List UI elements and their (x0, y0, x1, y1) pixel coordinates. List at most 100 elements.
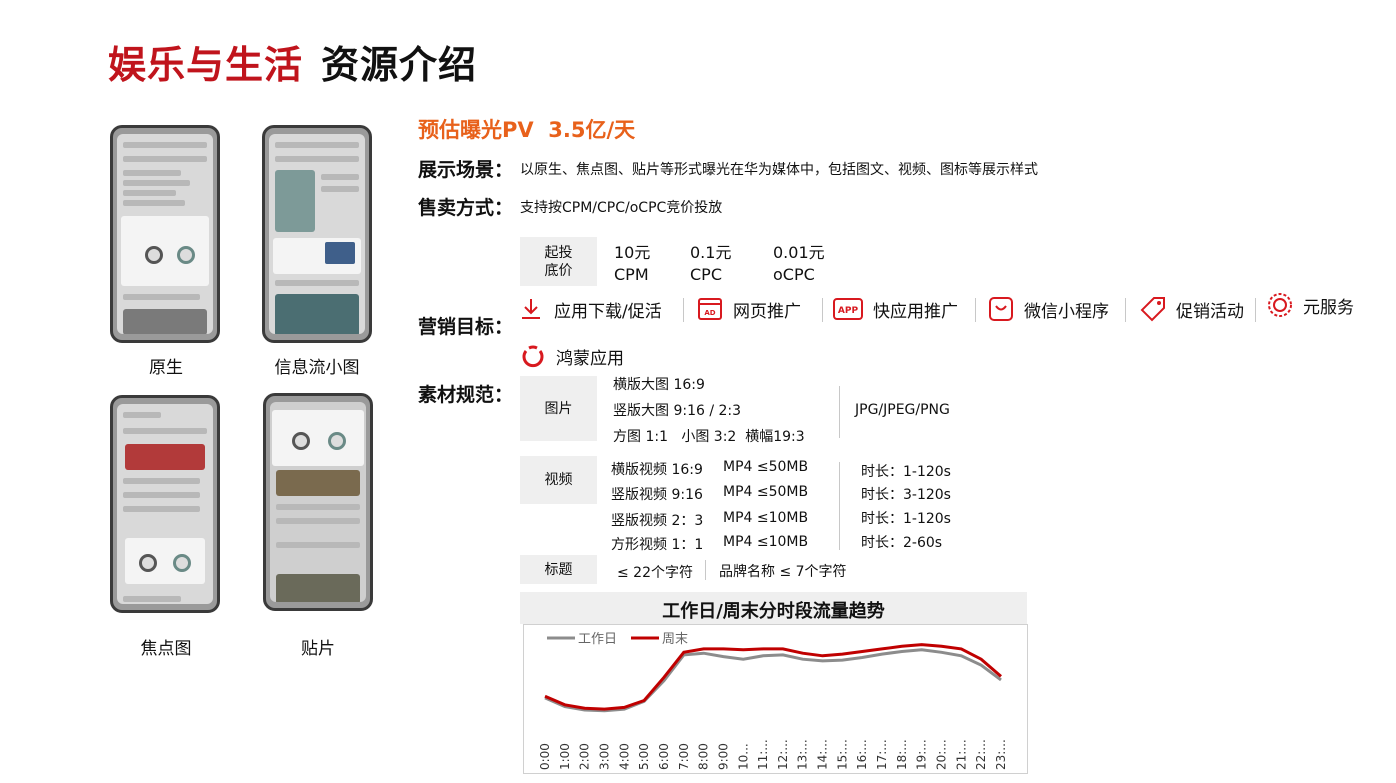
phone-caption-feed: 信息流小图 (274, 358, 360, 378)
sale-label: 售卖方式： (418, 197, 514, 219)
material-image-label: 图片 (520, 376, 597, 441)
price-cpm-unit: CPM (614, 265, 649, 284)
image-spec-line: 竖版大图 9:16 / 2:3 (613, 403, 742, 419)
legend-label-weekday: 工作日 (578, 632, 617, 647)
chart-legend: 工作日 周末 (547, 632, 688, 647)
x-tick-label: 18:... (895, 739, 909, 770)
image-spec-line: 方图 1:1 小图 3:2 横幅19:3 (613, 429, 805, 445)
video-duration: 时长：1-120s (861, 511, 951, 527)
harmony-icon (520, 343, 546, 369)
video-type: 竖版视频 9:16 (611, 487, 703, 503)
x-tick-label: 1:00 (558, 743, 572, 770)
goal-divider (975, 298, 976, 322)
goal-mini-program: 微信小程序 (988, 296, 1109, 322)
x-tick-label: 19:... (915, 739, 929, 770)
x-tick-label: 13:... (796, 739, 810, 770)
price-cpc-value: 0.1元 (690, 243, 732, 262)
video-type: 横版视频 16:9 (611, 462, 703, 478)
x-tick-label: 9:00 (716, 743, 730, 770)
x-tick-label: 23:... (994, 739, 1008, 770)
atomic-service-icon (1267, 292, 1293, 318)
goal-label: 网页推广 (733, 301, 801, 322)
x-tick-label: 3:00 (597, 743, 611, 770)
x-tick-label: 21:... (954, 739, 968, 770)
video-duration: 时长：3-120s (861, 487, 951, 503)
goal-label: 元服务 (1303, 297, 1354, 318)
chart-title: 工作日/周末分时段流量趋势 (662, 601, 885, 622)
x-tick-label: 12:... (776, 739, 790, 770)
price-label: 起投 底价 (520, 237, 597, 286)
video-duration: 时长：1-120s (861, 464, 951, 480)
mini-program-icon (988, 296, 1014, 322)
goal-divider (1125, 298, 1126, 322)
x-tick-label: 22:... (974, 739, 988, 770)
headline-limit: ≤ 22个字符 (617, 565, 693, 581)
goal-quick-app: APP 快应用推广 (833, 296, 958, 322)
goal-label: 快应用推广 (873, 301, 958, 322)
price-ocpc-value: 0.01元 (773, 243, 825, 262)
x-tick-label: 15:... (835, 739, 849, 770)
x-tick-label: 5:00 (637, 743, 651, 770)
scene-text: 以原生、焦点图、贴片等形式曝光在华为媒体中，包括图文、视频、图标等展示样式 (520, 162, 1038, 178)
material-label: 素材规范： (418, 384, 514, 406)
goal-divider (1255, 298, 1256, 322)
price-cpm-value: 10元 (614, 243, 651, 262)
x-tick-label: 2:00 (578, 743, 592, 770)
material-video-label: 视频 (520, 456, 597, 504)
svg-text:APP: APP (838, 306, 859, 316)
goal-label: 鸿蒙应用 (556, 348, 624, 369)
goal-app-download: 应用下载/促活 (518, 296, 662, 322)
image-format: JPG/JPEG/PNG (855, 402, 950, 418)
sale-text: 支持按CPM/CPC/oCPC竞价投放 (520, 200, 723, 216)
goal-label: 微信小程序 (1024, 301, 1109, 322)
x-tick-label: 8:00 (697, 743, 711, 770)
phone-focus-preview (110, 395, 220, 613)
video-spec: MP4 ≤50MB (723, 484, 809, 500)
goal-label: 促销活动 (1176, 301, 1244, 322)
goal-divider (822, 298, 823, 322)
x-tick-label: 20:... (935, 739, 949, 770)
x-tick-label: 11:... (756, 739, 770, 770)
phone-native-preview (110, 125, 220, 343)
pv-estimate: 预估曝光PV 3.5亿/天 (418, 118, 636, 142)
x-tick-label: 17:... (875, 739, 889, 770)
traffic-line-chart: 工作日 周末 0:00 1:00 2:00 3:00 4:00 5:00 6:00 7:00 8… (538, 632, 1008, 770)
video-spec: MP4 ≤10MB (723, 510, 809, 526)
webpage-icon: AD (697, 296, 723, 322)
title-part-2: 资源介绍 (321, 43, 478, 87)
series-line-weekday (544, 648, 1002, 713)
material-headline-label: 标题 (520, 555, 597, 584)
video-spec: MP4 ≤50MB (723, 459, 809, 475)
headline-divider (705, 560, 706, 580)
price-ocpc-unit: oCPC (773, 265, 815, 284)
video-type: 方形视频 1：1 (611, 537, 704, 553)
x-tick-label: 6:00 (657, 743, 671, 770)
x-tick-label: 16:... (855, 739, 869, 770)
video-type: 竖版视频 2：3 (611, 513, 704, 529)
goal-atomic-service: 元服务 (1267, 292, 1354, 318)
title-part-1: 娱乐与生活 (108, 43, 304, 87)
scene-label: 展示场景： (418, 159, 514, 181)
headline-brand-limit: 品牌名称 ≤ 7个字符 (719, 564, 847, 580)
x-tick-label: 7:00 (677, 743, 691, 770)
phone-caption-native: 原生 (149, 358, 183, 378)
download-icon (518, 296, 544, 322)
phone-feed-preview (262, 125, 372, 343)
x-tick-label: 14:... (816, 739, 830, 770)
page-title: 娱乐与生活 资源介绍 (108, 34, 477, 89)
goal-harmony-app: 鸿蒙应用 (520, 343, 624, 369)
phone-caption-focus: 焦点图 (140, 639, 192, 659)
goal-promotion: 促销活动 (1140, 296, 1244, 322)
image-spec-divider (839, 386, 840, 438)
legend-label-weekend: 周末 (662, 632, 688, 647)
app-icon: APP (833, 296, 863, 322)
image-spec-line: 横版大图 16:9 (613, 377, 705, 393)
video-duration: 时长：2-60s (861, 535, 943, 551)
price-cpc-unit: CPC (690, 265, 722, 284)
tag-icon (1140, 296, 1166, 322)
goal-label: 应用下载/促活 (554, 301, 662, 322)
goals-label: 营销目标： (418, 316, 514, 338)
goal-webpage: AD 网页推广 (697, 296, 801, 322)
phone-caption-patch: 贴片 (301, 639, 335, 659)
svg-text:AD: AD (704, 309, 715, 317)
